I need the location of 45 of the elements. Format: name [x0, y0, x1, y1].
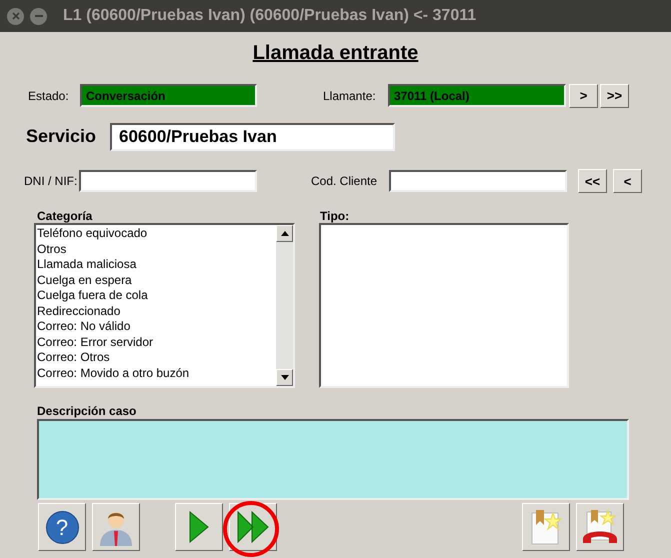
cod-cliente-label: Cod. Cliente	[311, 173, 378, 190]
list-item[interactable]: Correo: No válido	[37, 319, 276, 334]
servicio-label: Servicio	[26, 125, 98, 148]
dni-field[interactable]	[79, 170, 257, 192]
llamante-label: Llamante:	[323, 88, 377, 104]
estado-field: Conversación	[80, 84, 257, 107]
list-item[interactable]: Correo: Otros	[37, 350, 276, 366]
list-item[interactable]: Cuelga fuera de cola	[37, 288, 276, 304]
cod-cliente-field[interactable]	[389, 170, 567, 192]
form-heading: Llamada entrante	[252, 41, 418, 66]
toolbar-button[interactable]	[522, 503, 570, 551]
list-item[interactable]: Correo: Movido a otro buzón	[37, 366, 276, 381]
descripcion-label: Descripción caso	[37, 403, 138, 417]
tipo-label: Tipo:	[320, 208, 350, 222]
toolbar-button[interactable]	[576, 503, 624, 551]
descripcion-field[interactable]	[37, 419, 629, 500]
play-icon	[189, 511, 209, 543]
nav-button[interactable]: <	[613, 169, 642, 193]
list-item[interactable]: Teléfono equivocado	[37, 226, 276, 242]
nav-button[interactable]: <<	[578, 169, 607, 193]
dni-label: DNI / NIF:	[24, 173, 78, 190]
nav-button[interactable]: >	[569, 84, 598, 108]
scrollbar[interactable]	[276, 225, 293, 386]
list-item[interactable]: Cuelga en espera	[37, 272, 276, 288]
window-title: L1 (60600/Pruebas Ivan) (60600/Pruebas Ivan) <- 37011	[63, 6, 476, 26]
toolbar-button[interactable]	[175, 503, 223, 551]
list-item[interactable]: Correo: Error servidor	[37, 334, 276, 350]
list-item[interactable]: Redireccionado	[37, 304, 276, 319]
bookmark-star-icon	[529, 509, 563, 545]
close-icon[interactable]	[7, 8, 24, 24]
scroll-up-icon[interactable]	[276, 225, 293, 242]
servicio-field: 60600/Pruebas Ivan	[110, 122, 395, 150]
list-item[interactable]: Llamada maliciosa	[37, 257, 276, 272]
minimize-icon[interactable]	[30, 8, 47, 24]
nav-button[interactable]: >>	[600, 84, 629, 108]
toolbar-button[interactable]	[92, 503, 140, 551]
llamante-field: 37011 (Local)	[388, 84, 566, 107]
help-icon: ?	[46, 510, 78, 544]
bookmark-phone-icon	[581, 509, 619, 545]
list-item[interactable]: Otros	[37, 242, 276, 257]
estado-label: Estado:	[28, 88, 70, 104]
categoria-label: Categoría	[37, 208, 94, 222]
fast-forward-icon	[237, 511, 269, 543]
toolbar-button[interactable]: ?	[38, 503, 86, 551]
scroll-down-icon[interactable]	[276, 369, 293, 386]
